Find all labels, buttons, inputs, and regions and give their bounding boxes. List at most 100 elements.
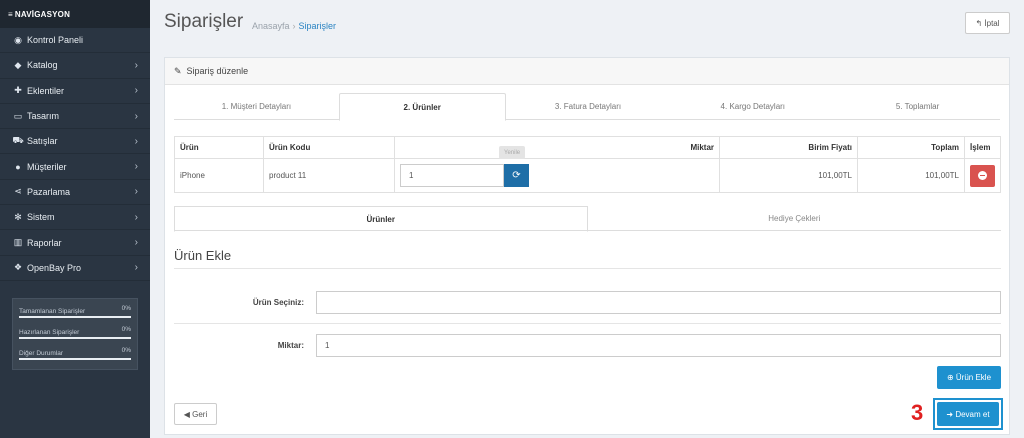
puzzle-icon: ✚ [14, 85, 22, 96]
cart-products-table: Ürün Ürün Kodu Miktar Birim Fiyatı Topla… [174, 136, 1001, 193]
back-button[interactable]: ◀ Geri [174, 403, 217, 425]
sidebar-item-label: Tasarım [27, 111, 60, 122]
sidebar-item-label: Pazarlama [27, 186, 71, 197]
chevron-right-icon: › [134, 161, 138, 173]
page-title: Siparişler [164, 11, 244, 32]
sidebar-item-label: Kontrol Paneli [27, 35, 84, 46]
stat-label: Diğer Durumlar [19, 350, 64, 357]
stat-progress-bar [19, 358, 131, 360]
stat-label: Hazırlanan Siparişler [19, 329, 80, 336]
stat-label: Tamamlanan Siparişler [19, 308, 86, 315]
share-icon: ⋖ [14, 186, 22, 197]
sidebar-item-label: Sistem [27, 212, 55, 223]
sidebar-item-kontrol-paneli[interactable]: ◉ Kontrol Paneli [0, 28, 150, 54]
stat-percent: 0% [121, 305, 131, 312]
sidebar-item-eklentiler[interactable]: ✚ Eklentiler › [0, 79, 150, 104]
stat-processing: Hazırlanan Siparişler 0% [19, 326, 131, 347]
tab-customer-details[interactable]: 1. Müşteri Detayları [174, 93, 339, 119]
sidebar-item-openbay-pro[interactable]: ❖ OpenBay Pro › [0, 256, 150, 281]
chevron-right-icon: › [134, 211, 138, 223]
column-product: Ürün [174, 136, 264, 159]
quantity-cell: 1 ⟳ [394, 158, 720, 193]
sidebar-item-katalog[interactable]: ◆ Katalog › [0, 53, 150, 79]
divider [174, 323, 1001, 324]
sidebar-item-tasarım[interactable]: ▭ Tasarım › [0, 104, 150, 130]
chevron-right-icon: › [134, 135, 138, 147]
sidebar-item-sistem[interactable]: ✻ Sistem › [0, 205, 150, 231]
table-row: iPhone product 11 1 ⟳ 101,00TL 101,00TL [174, 158, 1001, 193]
tab-payment-details[interactable]: 3. Fatura Detayları [506, 93, 671, 119]
breadcrumb-orders[interactable]: Siparişler [299, 21, 337, 31]
breadcrumb: Anasayfa › Siparişler [252, 21, 336, 31]
product-select-row: Ürün Seçiniz: [165, 291, 1011, 314]
monitor-icon: ▭ [13, 110, 23, 121]
pencil-icon: ✎ [174, 65, 182, 76]
product-select-input[interactable] [316, 291, 1001, 314]
cancel-button[interactable]: ↰ İptal [965, 12, 1010, 34]
sidebar-item-label: Eklentiler [27, 85, 65, 96]
breadcrumb-home[interactable]: Anasayfa [252, 21, 290, 31]
continue-button[interactable]: ➜ Devam et [937, 402, 999, 426]
column-action: İşlem [964, 136, 1001, 159]
sidebar-item-müşteriler[interactable]: ● Müşteriler › [0, 154, 150, 180]
stat-progress-bar [19, 337, 131, 339]
quantity-input[interactable]: 1 [400, 164, 504, 187]
column-product-code: Ürün Kodu [263, 136, 395, 159]
sidebar-menu: ◉ Kontrol Paneli ◆ Katalog › ✚ Eklentiler › ▭ Tas… [0, 28, 150, 281]
column-total: Toplam [857, 136, 965, 159]
chevron-right-icon: › [134, 237, 138, 249]
action-cell [964, 158, 1001, 193]
refresh-icon: ⟳ [512, 170, 521, 181]
add-product-title: Ürün Ekle [174, 248, 232, 263]
tab-product-list[interactable]: Ürünler [174, 206, 588, 232]
user-icon: ● [15, 161, 21, 172]
sidebar-item-raporlar[interactable]: ▥ Raporlar › [0, 230, 150, 256]
stat-progress-bar [19, 316, 131, 318]
quantity-group: 1 ⟳ [400, 164, 714, 187]
tab-products[interactable]: 2. Ürünler [338, 93, 506, 121]
sidebar-item-label: Katalog [27, 60, 58, 71]
tab-gift-vouchers[interactable]: Hediye Çekleri [588, 206, 1001, 230]
line-total: 101,00TL [857, 158, 965, 193]
tab-shipping-details[interactable]: 4. Kargo Detayları [670, 93, 835, 119]
sidebar-item-pazarlama[interactable]: ⋖ Pazarlama › [0, 180, 150, 206]
divider [174, 268, 1001, 269]
quantity-label: Miktar: [277, 341, 304, 350]
sidebar-item-label: Müşteriler [27, 161, 67, 172]
main-content: Siparişler Anasayfa › Siparişler ↰ İptal ✎… [150, 0, 1024, 438]
cubes-icon: ❖ [13, 262, 23, 273]
order-edit-panel: ✎ Sipariş düzenle 1. Müşteri Detayları 2… [164, 57, 1010, 435]
remove-product-button[interactable] [970, 164, 995, 187]
refresh-quantity-button[interactable]: ⟳ [504, 164, 529, 187]
sidebar-item-label: Raporlar [27, 237, 62, 248]
chevron-right-icon: › [134, 59, 138, 71]
add-product-button[interactable]: ⊕ Ürün Ekle [937, 366, 1001, 389]
cog-icon: ✻ [14, 211, 22, 222]
chevron-right-icon: › [134, 85, 138, 97]
column-unit-price: Birim Fiyatı [719, 136, 858, 159]
stat-completed: Tamamlanan Siparişler 0% [19, 305, 131, 326]
unit-price: 101,00TL [719, 158, 858, 193]
menu-bars-icon: ≡ [8, 10, 13, 19]
stat-other: Diğer Durumlar 0% [19, 347, 131, 368]
annotation-number: 3 [911, 400, 924, 425]
order-stats-box: Tamamlanan Siparişler 0% Hazırlanan Sipa… [12, 298, 138, 370]
sub-tabs: Ürünler Hediye Çekleri [174, 206, 1001, 232]
panel-title: Sipariş düzenle [186, 66, 249, 76]
chevron-right-icon: › [134, 110, 138, 122]
chevron-right-icon: › [134, 262, 138, 274]
product-select-label: Ürün Seçiniz: [252, 298, 304, 307]
tab-totals[interactable]: 5. Toplamlar [835, 93, 1000, 119]
step-tabs: 1. Müşteri Detayları 2. Ürünler 3. Fatur… [174, 93, 1000, 121]
tags-icon: ◆ [14, 59, 22, 70]
product-code: product 11 [263, 158, 395, 193]
panel-heading: ✎ Sipariş düzenle [165, 58, 1009, 85]
sidebar: ≡ NAVİGASYON ◉ Kontrol Paneli ◆ Katalog › ✚ Ekl… [0, 0, 150, 438]
minus-circle-icon [978, 171, 987, 180]
add-quantity-input[interactable]: 1 [316, 334, 1001, 357]
sidebar-item-label: OpenBay Pro [27, 262, 82, 273]
sidebar-item-label: Satışlar [27, 136, 58, 147]
sidebar-item-satışlar[interactable]: ⛟ Satışlar › [0, 129, 150, 155]
navigation-header-label: NAVİGASYON [14, 10, 71, 19]
table-header-row: Ürün Ürün Kodu Miktar Birim Fiyatı Topla… [174, 136, 1001, 159]
